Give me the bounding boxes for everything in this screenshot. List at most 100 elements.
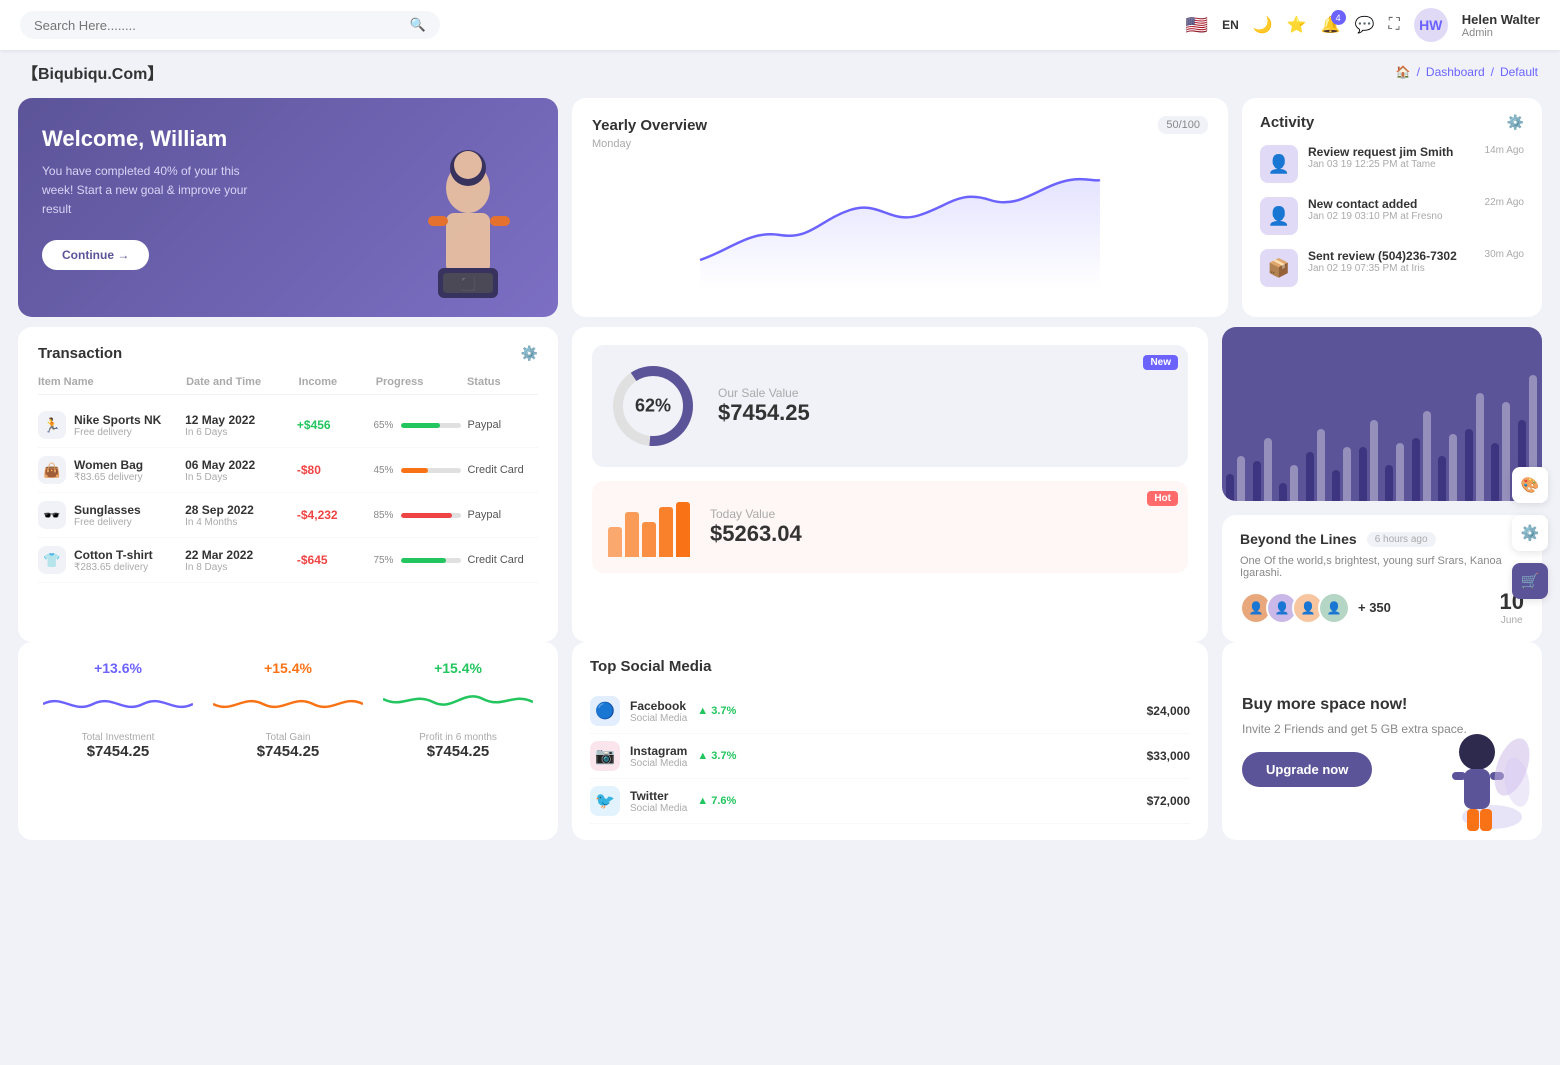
social-name: Facebook (630, 699, 687, 713)
activity-text: New contact added Jan 02 19 03:10 PM at … (1308, 197, 1475, 222)
social-item: 🐦 Twitter Social Media ▲ 7.6% $72,000 (590, 779, 1190, 824)
mini-stat-pct: +13.6% (94, 660, 142, 676)
settings-icon[interactable]: ⚙️ (1507, 114, 1524, 131)
search-box[interactable]: 🔍 (20, 11, 440, 39)
donut-chart: 62% (608, 361, 698, 451)
main-row1: Welcome, William You have completed 40% … (0, 88, 1560, 327)
progress-bar (401, 513, 461, 518)
progress-label: 75% (373, 555, 393, 566)
table-row: 👜 Women Bag ₹83.65 delivery 06 May 2022 … (38, 448, 538, 493)
user-name: Helen Walter (1462, 12, 1540, 27)
bar-dark (1359, 447, 1367, 501)
social-list: 🔵 Facebook Social Media ▲ 3.7% $24,000 📷… (590, 689, 1190, 824)
new-badge: New (1143, 355, 1178, 370)
bar-group (1306, 429, 1327, 501)
star-icon[interactable]: ⭐ (1287, 15, 1307, 35)
sale-info: Our Sale Value $7454.25 (718, 386, 810, 426)
status-cell: Paypal (467, 509, 538, 521)
brand-logo: 【Biqubiqu.Com】 (22, 60, 163, 84)
bar-group (1385, 443, 1406, 502)
bar-light (1264, 438, 1272, 501)
social-pct: ▲ 3.7% (697, 705, 736, 717)
upgrade-button[interactable]: Upgrade now (1242, 752, 1372, 787)
avatars-row: 👤 👤 👤 👤 (1240, 592, 1350, 624)
mini-stat-pct: +15.4% (434, 660, 482, 676)
settings-panel-icon[interactable]: ⚙️ (1512, 515, 1548, 551)
bar-chart-section (1222, 327, 1542, 501)
right-panel-icons: 🎨 ⚙️ 🛒 (1512, 467, 1548, 599)
social-sub: Social Media (630, 758, 687, 769)
item-cell: 🕶️ Sunglasses Free delivery (38, 501, 179, 529)
bar-light (1423, 411, 1431, 501)
breadcrumb: 🏠 / Dashboard / Default (1396, 65, 1538, 79)
search-input[interactable] (34, 18, 402, 33)
col-status: Status (467, 376, 538, 388)
item-date: 12 May 2022 (185, 413, 291, 427)
activity-ago: 30m Ago (1485, 249, 1524, 260)
social-info: Facebook Social Media (630, 699, 687, 724)
dark-mode-icon[interactable]: 🌙 (1253, 15, 1273, 35)
main-row3: +13.6% Total Investment $7454.25 +15.4% … (0, 642, 1560, 858)
income-cell: -$645 (297, 553, 368, 567)
mini-stat-2: +15.4% Profit in 6 months $7454.25 (378, 660, 538, 822)
col-progress: Progress (376, 376, 461, 388)
item-date: 06 May 2022 (185, 458, 291, 472)
bar-light (1502, 402, 1510, 501)
breadcrumb-dashboard[interactable]: Dashboard (1426, 65, 1485, 79)
progress-bar (401, 468, 461, 473)
activity-thumb: 👤 (1260, 197, 1298, 235)
bar-group (1226, 456, 1247, 501)
social-pct: ▲ 3.7% (697, 750, 736, 762)
date-cell: 28 Sep 2022 In 4 Months (185, 503, 291, 528)
paint-icon[interactable]: 🎨 (1512, 467, 1548, 503)
bar-group (1253, 438, 1274, 501)
activity-thumb: 📦 (1260, 249, 1298, 287)
mini-stat-value: $7454.25 (427, 743, 490, 760)
message-icon[interactable]: 💬 (1355, 15, 1375, 35)
activity-name: New contact added (1308, 197, 1475, 211)
mini-stats-card: +13.6% Total Investment $7454.25 +15.4% … (18, 642, 558, 840)
plus-count: + 350 (1358, 600, 1391, 615)
topbar: 🔍 🇺🇸 EN 🌙 ⭐ 🔔 4 💬 ⛶ HW Helen Walter Admi… (0, 0, 1560, 50)
social-title: Top Social Media (590, 658, 1190, 675)
activity-item: 👤 Review request jim Smith Jan 03 19 12:… (1260, 145, 1524, 183)
avatar[interactable]: HW (1414, 8, 1448, 42)
activity-date: Jan 02 19 07:35 PM at Iris (1308, 263, 1475, 274)
item-period: In 8 Days (185, 562, 291, 573)
progress-cell: 85% (373, 510, 461, 521)
bar-dark (1332, 470, 1340, 502)
bar-light (1449, 434, 1457, 502)
mini-stat-label: Total Investment (82, 732, 155, 743)
cart-icon[interactable]: 🛒 (1512, 563, 1548, 599)
language-label[interactable]: EN (1222, 18, 1239, 32)
bar-dark (1279, 483, 1287, 501)
yearly-title: Yearly Overview (592, 117, 707, 134)
yearly-badge: 50/100 (1158, 116, 1208, 134)
date-cell: 06 May 2022 In 5 Days (185, 458, 291, 483)
progress-fill (401, 513, 452, 518)
continue-button[interactable]: Continue → (42, 240, 149, 270)
progress-label: 45% (373, 465, 393, 476)
bar-dark (1226, 474, 1234, 501)
income-cell: -$80 (297, 463, 368, 477)
home-icon[interactable]: 🏠 (1396, 65, 1411, 79)
notification-icon[interactable]: 🔔 4 (1321, 15, 1341, 35)
progress-cell: 65% (373, 420, 461, 431)
fullscreen-icon[interactable]: ⛶ (1389, 16, 1400, 34)
date-month: June (1501, 615, 1523, 626)
item-icon: 👕 (38, 546, 66, 574)
item-name: Women Bag (74, 458, 143, 472)
transaction-settings-icon[interactable]: ⚙️ (521, 345, 538, 362)
right-col: Beyond the Lines 6 hours ago One Of the … (1222, 327, 1542, 642)
bar-dark (1465, 429, 1473, 501)
item-sub: Free delivery (74, 427, 161, 438)
mini-stat-pct: +15.4% (264, 660, 312, 676)
item-period: In 4 Months (185, 517, 291, 528)
mini-wave-chart (43, 684, 193, 724)
mini-stat-value: $7454.25 (257, 743, 320, 760)
user-role: Admin (1462, 27, 1540, 39)
sale-value: $7454.25 (718, 400, 810, 426)
col-date: Date and Time (186, 376, 293, 388)
notification-badge: 4 (1331, 10, 1346, 25)
upgrade-card: Buy more space now! Invite 2 Friends and… (1222, 642, 1542, 840)
